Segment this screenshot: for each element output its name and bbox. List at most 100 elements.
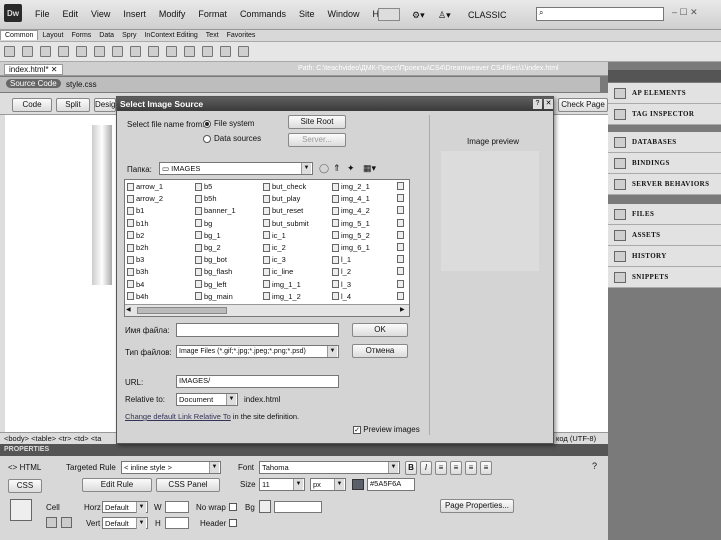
vert-select[interactable]: Default [102,517,148,529]
head-icon[interactable] [184,46,195,57]
workspace-switcher[interactable]: CLASSIC [468,10,507,20]
file-item[interactable]: b4 [127,280,144,289]
script-icon[interactable] [202,46,213,57]
preview-images-toggle[interactable]: ✓ Preview images [353,425,420,434]
menu-view[interactable]: View [91,9,110,19]
ap-elements-panel[interactable]: AP ELEMENTS [608,83,721,104]
file-item[interactable]: b4h [127,292,149,301]
file-item[interactable]: b2h [127,243,149,252]
file-item[interactable]: but_play [263,194,300,203]
table-icon[interactable] [76,46,87,57]
color-input[interactable]: #5A5F6A [367,478,415,491]
tag-inspector-panel[interactable]: TAG INSPECTOR [608,104,721,125]
file-item[interactable]: ic_1 [263,231,286,240]
file-item[interactable]: img_4_2 [332,206,370,215]
menu-format[interactable]: Format [198,9,227,19]
file-item[interactable]: l_2 [332,267,351,276]
align-right-icon[interactable]: ≡ [465,461,477,475]
file-item[interactable]: bg_1 [195,231,221,240]
filename-input[interactable] [176,323,339,337]
help-icon[interactable]: ? [592,461,597,471]
css-mode-button[interactable]: CSS [8,479,42,493]
change-link[interactable]: Change default Link Relative To [125,412,231,421]
bg-color-input[interactable] [274,501,322,513]
tab-spry[interactable]: Spry [118,31,140,40]
bg-color-swatch[interactable] [259,500,271,513]
align-left-icon[interactable]: ≡ [435,461,447,475]
menu-window[interactable]: Window [327,9,359,19]
back-icon[interactable]: ◯ [319,163,329,174]
targeted-rule-select[interactable]: < inline style > [121,461,221,474]
file-item-partial[interactable] [397,230,406,239]
file-item[interactable]: bg [195,219,212,228]
up-folder-icon[interactable]: ⇑ [333,163,341,174]
horizontal-scrollbar[interactable]: ◀ ▶ [125,304,409,316]
file-item[interactable]: b5h [195,194,217,203]
check-page-button[interactable]: Check Page [558,98,608,112]
relative-select[interactable]: Document [176,393,238,406]
new-folder-icon[interactable]: ✦ [347,163,355,174]
search-input[interactable]: ⌕ [536,7,664,21]
file-item-partial[interactable] [397,279,406,288]
merge-cells-icon[interactable] [46,517,57,528]
page-properties-button[interactable]: Page Properties... [440,499,514,513]
window-controls[interactable]: – ☐ ✕ [672,7,698,18]
size-select[interactable]: 11 [259,478,305,491]
file-item[interactable]: l_4 [332,292,351,301]
file-item[interactable]: l_3 [332,280,351,289]
file-item[interactable]: bg_bot [195,255,227,264]
radio-data-sources[interactable]: Data sources [203,134,261,143]
scroll-right-icon[interactable]: ▶ [400,306,405,313]
layout-icon[interactable] [378,8,400,21]
file-item-partial[interactable] [397,182,406,190]
width-input[interactable] [165,501,189,513]
cancel-button[interactable]: Отмена [352,344,408,358]
file-item[interactable]: img_5_2 [332,231,370,240]
radio-file-system[interactable]: File system [203,119,254,128]
databases-panel[interactable]: DATABASES [608,132,721,153]
menu-file[interactable]: File [35,9,50,19]
tab-forms[interactable]: Forms [67,31,95,40]
doc-tab[interactable]: index.html* ✕ [4,64,63,75]
templates-icon[interactable] [220,46,231,57]
source-code-button[interactable]: Source Code [6,79,61,88]
anchor-icon[interactable] [40,46,51,57]
align-center-icon[interactable]: ≡ [450,461,462,475]
css-panel-button[interactable]: CSS Panel [156,478,220,492]
menu-commands[interactable]: Commands [240,9,286,19]
html-mode-button[interactable]: <> HTML [8,463,41,472]
menu-edit[interactable]: Edit [63,9,79,19]
file-item[interactable]: img_2_1 [332,182,370,191]
file-item[interactable]: ic_2 [263,243,286,252]
div-icon[interactable] [94,46,105,57]
history-panel[interactable]: HISTORY [608,246,721,267]
file-item[interactable]: bg_flash [195,267,232,276]
site-root-button[interactable]: Site Root [288,115,346,129]
file-item[interactable]: bg_left [195,280,227,289]
email-link-icon[interactable] [22,46,33,57]
tab-text[interactable]: Text [202,31,223,40]
file-item[interactable]: b1 [127,206,144,215]
tab-incontext[interactable]: InContext Editing [140,31,201,40]
file-item[interactable]: but_submit [263,219,309,228]
file-item[interactable]: img_4_1 [332,194,370,203]
view-menu-icon[interactable]: ▦▾ [363,163,376,174]
comment-icon[interactable] [166,46,177,57]
file-item-partial[interactable] [397,267,406,276]
file-item-partial[interactable] [397,243,406,251]
file-item[interactable]: b2 [127,231,144,240]
italic-button[interactable]: I [420,461,432,475]
ok-button[interactable]: OK [352,323,408,337]
image-icon[interactable] [112,46,123,57]
split-cell-icon[interactable] [61,517,72,528]
hr-icon[interactable] [58,46,69,57]
file-item[interactable]: banner_1 [195,206,236,215]
menu-insert[interactable]: Insert [123,9,146,19]
file-item[interactable]: img_5_1 [332,219,370,228]
file-item[interactable]: ic_3 [263,255,286,264]
files-panel[interactable]: FILES [608,204,721,225]
folder-select[interactable]: ▭ IMAGES [159,162,313,175]
file-item[interactable]: arrow_2 [127,194,163,203]
nowrap-checkbox[interactable] [229,503,237,511]
file-item[interactable]: img_1_2 [263,292,301,301]
